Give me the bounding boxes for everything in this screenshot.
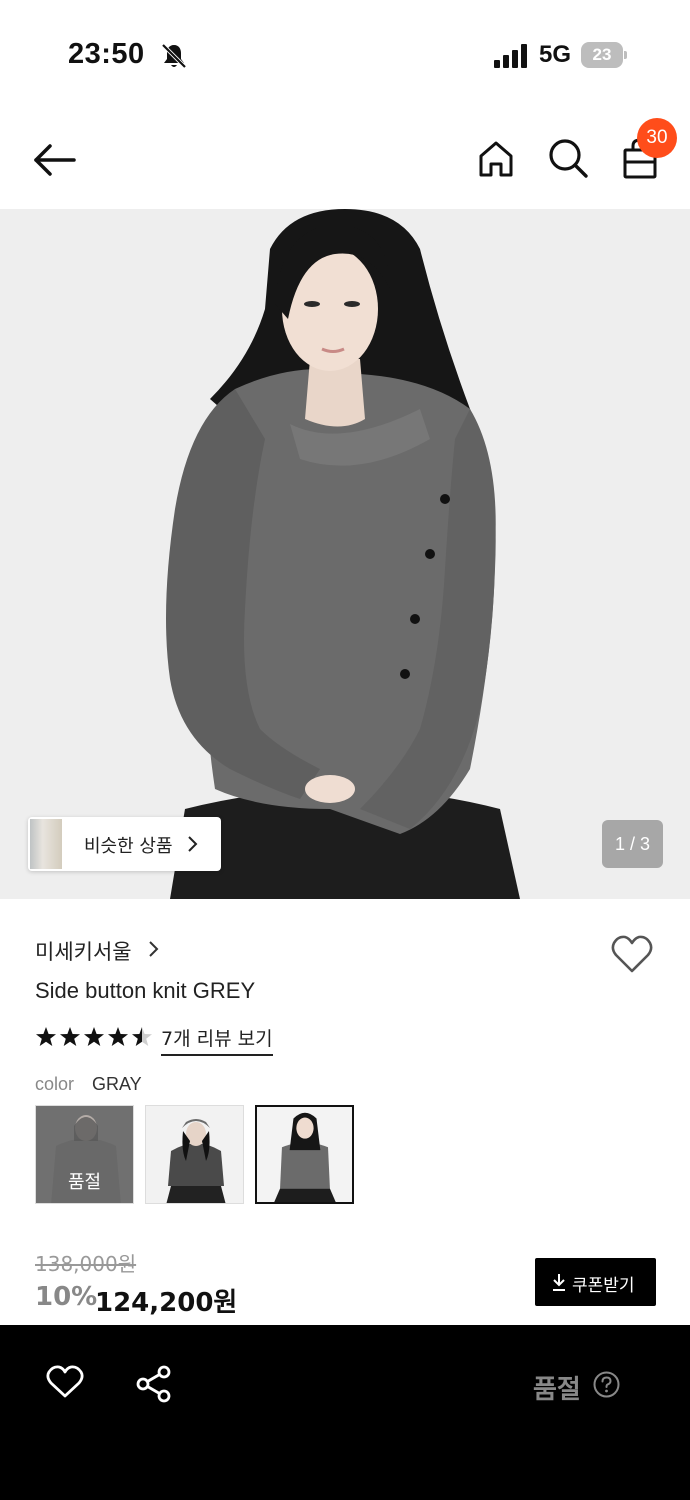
color-swatch-selected[interactable] (255, 1105, 354, 1204)
rating-stars (36, 1027, 152, 1046)
similar-products-label: 비슷한 상품 (84, 836, 173, 857)
star-icon (60, 1027, 80, 1046)
coupon-label: 쿠폰받기 (572, 1276, 635, 1296)
review-link[interactable]: 7개 리뷰 보기 (161, 1024, 273, 1056)
coupon-button[interactable]: 쿠폰받기 (535, 1258, 656, 1306)
star-icon (36, 1027, 56, 1046)
search-icon[interactable] (546, 136, 590, 180)
swatch-image (146, 1106, 243, 1203)
bottom-action-bar: 품절 (0, 1325, 690, 1500)
heart-icon[interactable] (46, 1365, 84, 1399)
signal-icon (494, 44, 527, 68)
status-bar: 23:50 5G 23 (0, 0, 690, 110)
image-page-indicator: 1 / 3 (602, 820, 663, 868)
help-icon[interactable] (593, 1371, 620, 1398)
product-image-carousel[interactable] (0, 209, 690, 899)
color-swatch[interactable] (145, 1105, 244, 1204)
bell-off-icon (161, 43, 187, 69)
brand-link[interactable]: 미세키서울 (35, 936, 132, 966)
sale-price: 124,200원 (95, 1288, 238, 1318)
color-swatch-soldout[interactable]: 품절 (35, 1105, 134, 1204)
top-nav (0, 110, 690, 209)
network-label: 5G (539, 41, 572, 68)
option-label: color (35, 1074, 75, 1094)
chevron-right-icon (149, 941, 159, 957)
star-icon (84, 1027, 104, 1046)
option-value: GRAY (92, 1074, 142, 1094)
original-price: 138,000원 (35, 1252, 137, 1276)
share-icon[interactable] (135, 1365, 173, 1403)
star-icon (108, 1027, 128, 1046)
discount-rate: 10% (35, 1282, 98, 1312)
swatch-image (257, 1107, 352, 1202)
battery-icon: 23 (581, 42, 627, 68)
cart-count-badge: 30 (637, 118, 677, 158)
similar-thumbnail (30, 819, 62, 869)
product-photo (0, 209, 690, 899)
back-arrow-icon[interactable] (32, 140, 78, 180)
battery-level: 23 (581, 42, 623, 68)
product-name: Side button knit GREY (35, 978, 256, 1003)
heart-icon[interactable] (610, 934, 654, 974)
half-star-icon (132, 1027, 152, 1046)
swatch-soldout-label: 품절 (67, 1172, 102, 1193)
status-time: 23:50 (68, 38, 145, 70)
download-icon (553, 1274, 565, 1291)
home-icon[interactable] (475, 138, 517, 180)
chevron-right-icon (188, 836, 198, 852)
soldout-status: 품절 (533, 1375, 581, 1405)
